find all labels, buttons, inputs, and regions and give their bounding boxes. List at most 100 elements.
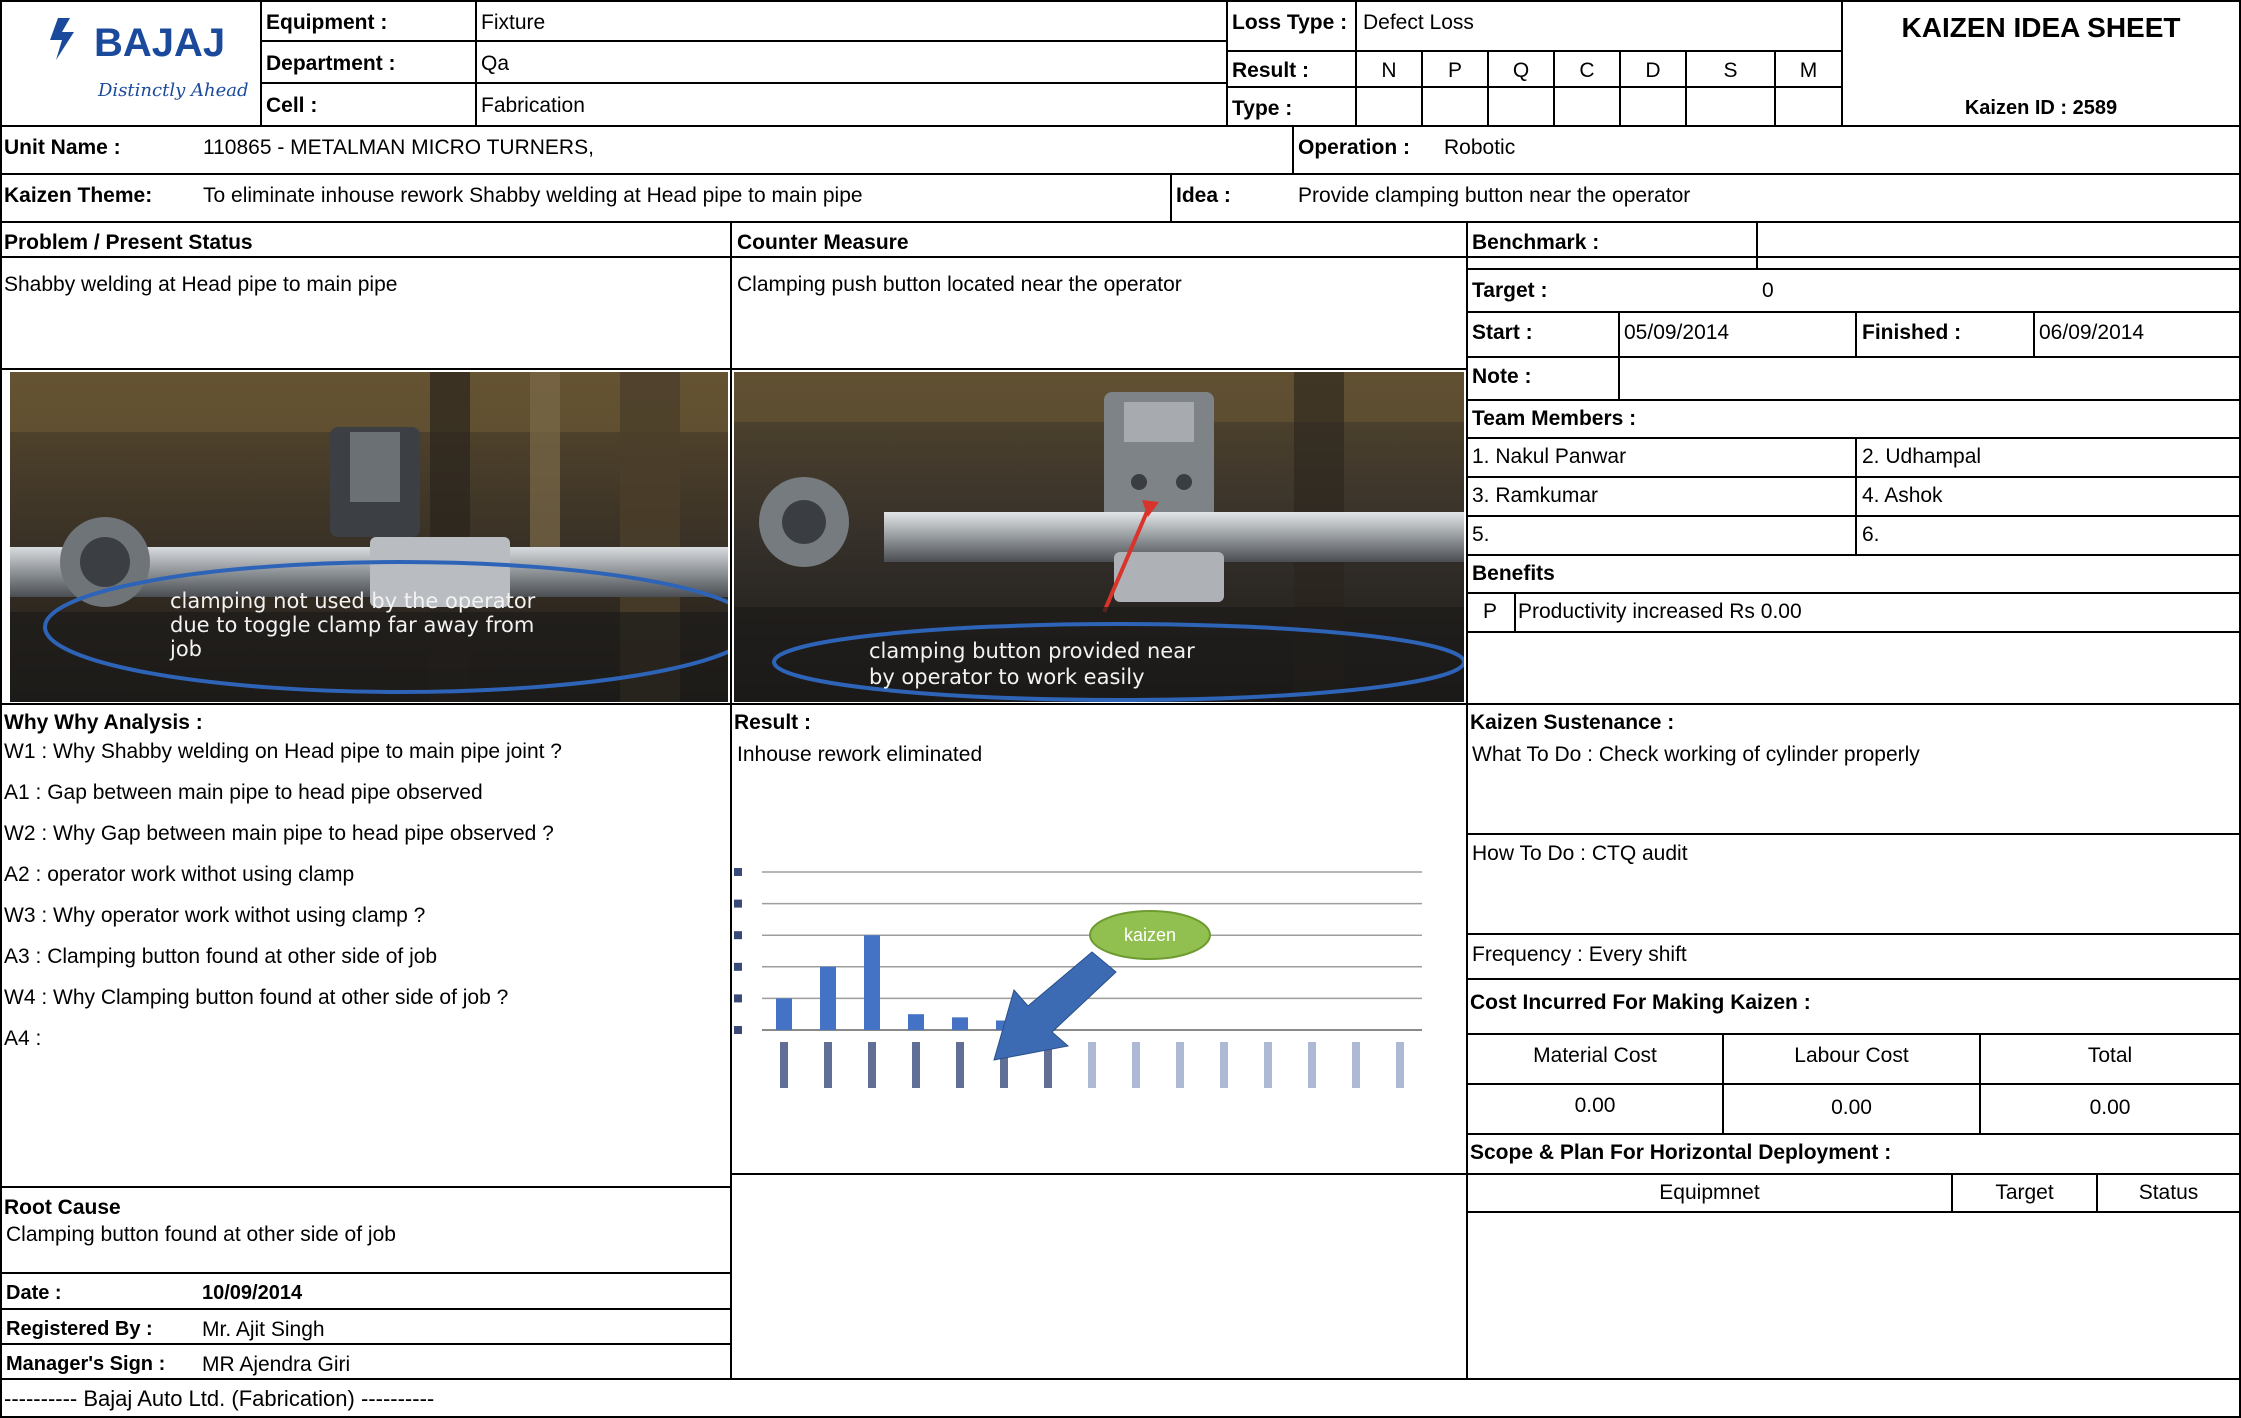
department-label: Department : <box>266 52 396 75</box>
chart-bar <box>952 1017 968 1030</box>
why-line-a4: A4 : <box>4 1027 42 1050</box>
benefit-code: P <box>1482 600 1497 623</box>
chart-y-tick <box>734 962 742 971</box>
team-member-1: 1. Nakul Panwar <box>1472 445 1627 468</box>
chart-x-tick <box>1088 1042 1096 1088</box>
chart-x-tick <box>824 1042 832 1088</box>
sustenance-frequency: Frequency : Every shift <box>1472 943 1687 966</box>
bajaj-logo: BAJAJ Distinctly Ahead <box>40 10 250 110</box>
problem-photo-caption-2: due to toggle clamp far away from <box>170 613 534 637</box>
why-line-w4: W4 : Why Clamping button found at other … <box>4 986 509 1009</box>
sustenance-heading: Kaizen Sustenance : <box>1470 711 1675 734</box>
result-col-q: Q <box>1512 59 1530 82</box>
manager-sign-label: Manager's Sign : <box>6 1353 166 1375</box>
logo-tagline: Distinctly Ahead <box>97 80 248 101</box>
chart-x-tick <box>1352 1042 1360 1088</box>
why-line-w2: W2 : Why Gap between main pipe to head p… <box>4 822 554 845</box>
chart-bar <box>776 998 792 1030</box>
chart-x-tick <box>1264 1042 1272 1088</box>
chart-bar <box>820 966 836 1030</box>
loss-type-label: Loss Type : <box>1232 11 1348 34</box>
result-text: Inhouse rework eliminated <box>737 743 983 766</box>
root-cause-heading: Root Cause <box>4 1196 121 1219</box>
equipment-value: Fixture <box>481 11 546 34</box>
operation-value: Robotic <box>1444 136 1516 159</box>
finished-label: Finished : <box>1862 321 1962 344</box>
unit-name-label: Unit Name : <box>4 136 121 159</box>
counter-photo-caption-1: clamping button provided near <box>869 639 1195 663</box>
chart-x-tick <box>1176 1042 1184 1088</box>
scope-col-status: Status <box>2138 1181 2199 1204</box>
why-why-heading: Why Why Analysis : <box>4 711 203 734</box>
counter-photo-caption-2: by operator to work easily <box>869 665 1145 689</box>
idea-value: Provide clamping button near the operato… <box>1298 184 1691 207</box>
benefit-text: Productivity increased Rs 0.00 <box>1518 600 1802 623</box>
equipment-label: Equipment : <box>266 11 388 34</box>
result-col-d: D <box>1645 59 1661 82</box>
manager-sign-value: MR Ajendra Giri <box>202 1353 351 1376</box>
scope-col-target: Target <box>1995 1181 2054 1204</box>
chart-bar <box>908 1014 924 1030</box>
result-col-s: S <box>1723 59 1738 82</box>
why-line-a2: A2 : operator work withot using clamp <box>4 863 355 886</box>
loss-type-value: Defect Loss <box>1363 11 1474 34</box>
result-col-m: M <box>1799 59 1818 82</box>
chart-y-tick <box>734 1026 742 1034</box>
sustenance-what: What To Do : Check working of cylinder p… <box>1472 743 1920 766</box>
scope-col-equipment: Equipmnet <box>1659 1181 1760 1204</box>
sustenance-how: How To Do : CTQ audit <box>1472 842 1688 865</box>
result-col-n: N <box>1381 59 1397 82</box>
result-col-c: C <box>1579 59 1595 82</box>
bajaj-logo-mark: BAJAJ Distinctly Ahead <box>50 18 248 101</box>
result-chart-svg: kaizen <box>734 868 1422 1088</box>
result-heading: Result : <box>734 711 812 734</box>
cost-heading: Cost Incurred For Making Kaizen : <box>1470 991 1811 1014</box>
team-member-4: 4. Ashok <box>1862 484 1943 507</box>
chart-y-tick <box>734 868 742 876</box>
kaizen-callout-arrow <box>993 951 1117 1061</box>
logo-text: BAJAJ <box>94 21 225 65</box>
labour-cost-value: 0.00 <box>1831 1096 1872 1119</box>
labour-cost-label: Labour Cost <box>1794 1044 1909 1067</box>
cell-value: Fabrication <box>481 94 585 117</box>
team-member-6: 6. <box>1862 523 1880 546</box>
chart-x-tick <box>1220 1042 1228 1088</box>
unit-name-value: 110865 - METALMAN MICRO TURNERS, <box>203 136 594 159</box>
type-label: Type : <box>1232 97 1293 120</box>
team-members-label: Team Members : <box>1472 407 1637 430</box>
date-value: 10/09/2014 <box>202 1282 303 1304</box>
why-line-w3: W3 : Why operator work withot using clam… <box>4 904 426 927</box>
note-label: Note : <box>1472 365 1532 388</box>
kaizen-callout-text: kaizen <box>1124 925 1176 945</box>
problem-photo: clamping not used by the operator due to… <box>10 372 728 702</box>
chart-x-tick <box>868 1042 876 1088</box>
chart-y-tick <box>734 931 742 940</box>
chart-x-tick <box>912 1042 920 1088</box>
registered-by-label: Registered By : <box>6 1318 153 1340</box>
problem-photo-caption-3: job <box>169 637 202 661</box>
chart-x-tick <box>780 1042 788 1088</box>
scope-heading: Scope & Plan For Horizontal Deployment : <box>1470 1141 1892 1164</box>
benefits-label: Benefits <box>1472 562 1555 585</box>
finished-value: 06/09/2014 <box>2039 321 2145 344</box>
benchmark-label: Benchmark : <box>1472 231 1600 254</box>
chart-x-tick <box>1308 1042 1316 1088</box>
chart-bar <box>864 935 880 1030</box>
material-cost-label: Material Cost <box>1533 1044 1657 1067</box>
counter-measure-text: Clamping push button located near the op… <box>737 273 1182 296</box>
target-value: 0 <box>1762 279 1774 302</box>
result-col-p: P <box>1447 59 1462 82</box>
team-member-5: 5. <box>1472 523 1490 546</box>
total-cost-label: Total <box>2087 1044 2133 1067</box>
start-label: Start : <box>1472 321 1533 344</box>
counter-measure-heading: Counter Measure <box>737 231 909 254</box>
sheet-title: KAIZEN IDEA SHEET <box>1901 12 2181 43</box>
result-label: Result : <box>1232 59 1310 82</box>
cell-label: Cell : <box>266 94 318 117</box>
chart-y-tick <box>734 899 742 908</box>
counter-measure-photo: clamping button provided near by operato… <box>734 372 1464 702</box>
chart-x-tick <box>1132 1042 1140 1088</box>
idea-label: Idea : <box>1176 184 1231 207</box>
chart-y-tick <box>734 994 742 1003</box>
target-label: Target : <box>1472 279 1548 302</box>
